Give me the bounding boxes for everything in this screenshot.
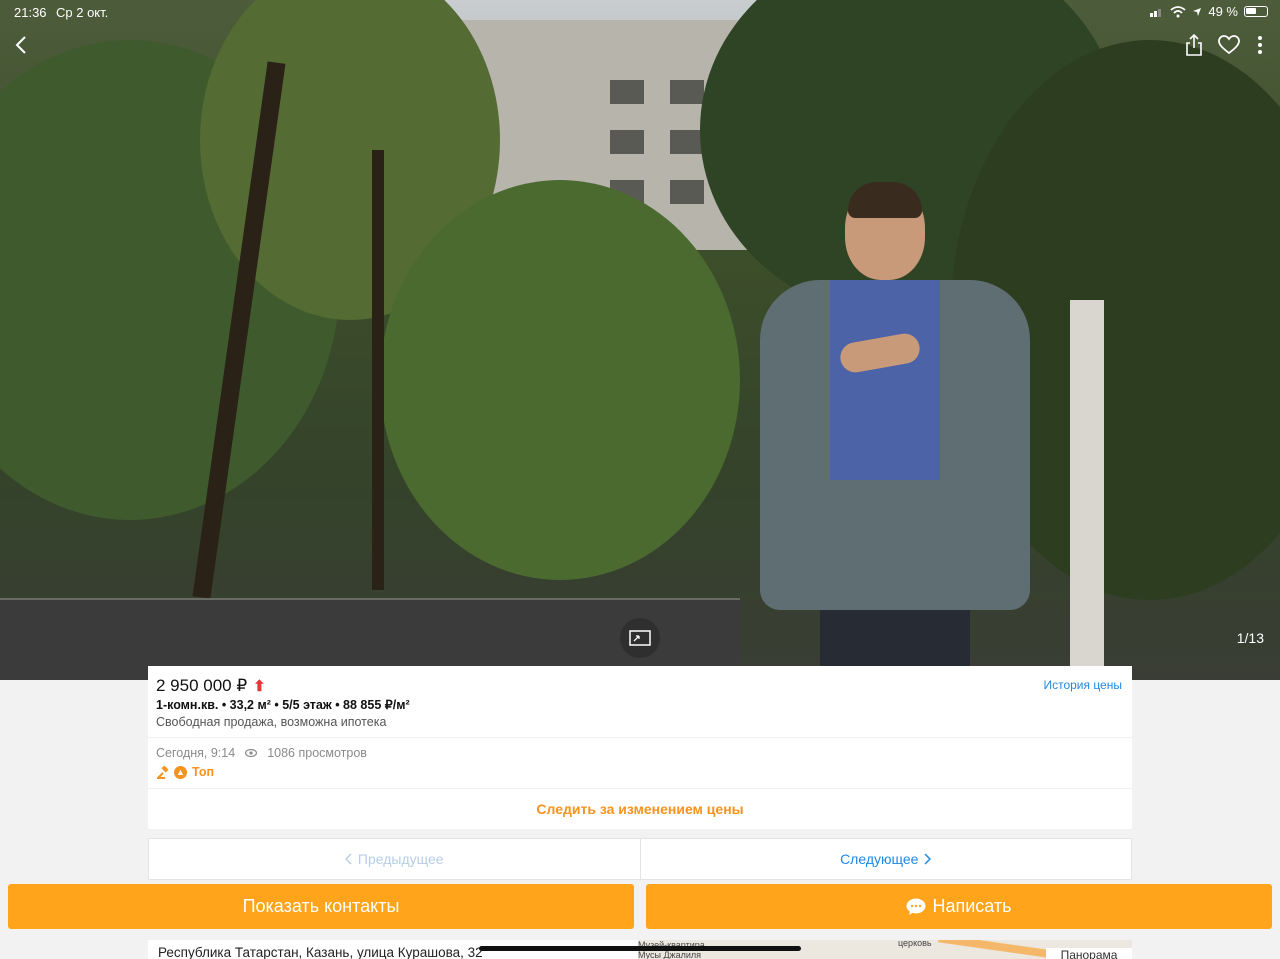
listing-price: 2 950 000 ₽ ⬆ [156, 676, 266, 696]
map-label: Мусы Джалиля [638, 950, 701, 959]
eye-icon [245, 749, 258, 757]
photo-tree [380, 180, 740, 580]
listing-pager: Предыдущее Следующее [148, 838, 1132, 880]
previous-label: Предыдущее [357, 851, 444, 867]
chevron-left-icon [15, 36, 26, 54]
listing-info-card: 2 950 000 ₽ ⬆ История цены 1-комн.кв. • … [148, 666, 1132, 737]
promo-up-icon: ▲ [174, 765, 187, 779]
share-icon [1186, 34, 1202, 56]
listing-meta-card: Сегодня, 9:14 1086 просмотров ▲ Топ [148, 738, 1132, 788]
arrow-up-icon: ⬆ [253, 678, 266, 695]
location-arrow-icon [1193, 7, 1202, 16]
battery-percent: 49 % [1208, 4, 1238, 19]
price-value: 2 950 000 ₽ [156, 676, 248, 695]
expand-photo-button[interactable] [620, 618, 660, 658]
chevron-left-icon [344, 853, 352, 865]
follow-price-label: Следить за изменением цены [536, 801, 744, 817]
next-listing-button[interactable]: Следующее [641, 839, 1132, 879]
wifi-icon [1170, 5, 1186, 17]
listing-address: Республика Татарстан, Казань, улица Кура… [158, 945, 483, 959]
back-button[interactable] [6, 30, 36, 60]
heart-icon [1218, 35, 1240, 55]
previous-listing-button[interactable]: Предыдущее [149, 839, 641, 879]
more-button[interactable] [1245, 30, 1275, 60]
gavel-icon [157, 765, 169, 779]
sale-terms: Свободная продажа, возможна ипотека [156, 715, 387, 729]
chevron-right-icon [924, 853, 932, 865]
home-indicator [479, 946, 801, 951]
follow-price-button[interactable]: Следить за изменением цены [148, 789, 1132, 829]
show-contacts-label: Показать контакты [242, 896, 400, 916]
photo-counter: 1/13 [1236, 630, 1264, 646]
fullscreen-icon [629, 630, 651, 646]
listing-photo[interactable]: 1/13 [0, 0, 1280, 680]
show-contacts-button[interactable]: Показать контакты [8, 884, 634, 929]
price-history-link[interactable]: История цены [1043, 678, 1122, 692]
top-badge: Топ [192, 765, 215, 779]
map-label: церковь [898, 940, 932, 948]
listing-screen: 1/13 21:36 Ср 2 окт. 49 % 2 950 000 ₽ ⬆ … [0, 0, 1280, 959]
next-label: Следующее [840, 851, 919, 867]
status-bar: 21:36 Ср 2 окт. 49 % [0, 0, 1280, 24]
favorite-button[interactable] [1214, 30, 1244, 60]
chat-bubble-icon [906, 898, 926, 915]
write-message-button[interactable]: Написать [646, 884, 1272, 929]
share-button[interactable] [1179, 30, 1209, 60]
listing-params: 1-комн.кв. • 33,2 м² • 5/5 этаж • 88 855… [156, 698, 410, 712]
signal-icon [1150, 8, 1162, 17]
panorama-button[interactable]: Панорама [1046, 948, 1132, 959]
status-date: Ср 2 окт. [56, 5, 109, 20]
views-count: 1086 просмотров [267, 746, 367, 760]
status-time: 21:36 [14, 5, 47, 20]
posted-date: Сегодня, 9:14 [156, 746, 236, 760]
battery-icon [1244, 6, 1268, 17]
more-vertical-icon [1258, 36, 1262, 54]
write-message-label: Написать [932, 896, 1012, 916]
